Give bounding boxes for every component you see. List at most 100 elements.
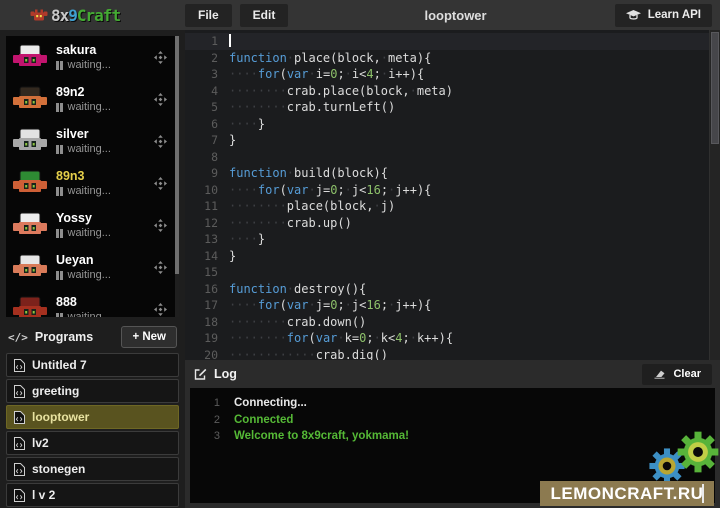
- move-player-icon[interactable]: [154, 261, 167, 274]
- player-rows: sakura waiting...: [6, 36, 179, 317]
- code-line[interactable]: 17····for(var·j=0;·j<16;·j++){: [185, 297, 720, 314]
- player-status-label: waiting...: [68, 227, 111, 239]
- move-player-icon[interactable]: [154, 135, 167, 148]
- log-line-text: Connected: [220, 412, 293, 429]
- player-row[interactable]: 89n2 waiting...: [6, 78, 179, 120]
- robot-icon: [12, 43, 48, 71]
- player-status: waiting...: [56, 311, 154, 317]
- file-menu-button[interactable]: File: [185, 4, 232, 27]
- player-row[interactable]: 89n3 waiting...: [6, 162, 179, 204]
- log-line-number: 3: [190, 428, 220, 445]
- player-status: waiting...: [56, 185, 154, 197]
- move-player-icon[interactable]: [154, 93, 167, 106]
- pause-icon: [56, 229, 59, 238]
- code-line[interactable]: 12········crab.up(): [185, 215, 720, 232]
- log-line-number: 2: [190, 412, 220, 429]
- log-header: Log Clear: [185, 360, 720, 388]
- logo-part1: 8x: [51, 6, 68, 25]
- robot-icon: [12, 211, 48, 239]
- program-item[interactable]: greeting: [6, 379, 179, 403]
- code-line[interactable]: 19········for(var·k=0;·k<4;·k++){: [185, 330, 720, 347]
- code-editor[interactable]: 12function·place(block,·meta){3····for(v…: [185, 30, 720, 360]
- line-number: 2: [185, 50, 218, 67]
- pause-icon: [56, 103, 59, 112]
- code-line[interactable]: 5········crab.turnLeft(): [185, 99, 720, 116]
- player-row[interactable]: silver waiting...: [6, 120, 179, 162]
- log-line: 1Connecting...: [190, 395, 715, 412]
- line-number: 18: [185, 314, 218, 331]
- move-player-icon[interactable]: [154, 177, 167, 190]
- code-line[interactable]: 16function·destroy(){: [185, 281, 720, 298]
- player-list-scroll-thumb[interactable]: [175, 36, 179, 274]
- code-line[interactable]: 18········crab.down(): [185, 314, 720, 331]
- program-item[interactable]: stonegen: [6, 457, 179, 481]
- code-line[interactable]: 9function·build(block){: [185, 165, 720, 182]
- line-number: 4: [185, 83, 218, 100]
- move-player-icon[interactable]: [154, 51, 167, 64]
- program-file-icon: [14, 411, 25, 424]
- player-status-label: waiting...: [68, 101, 111, 113]
- new-program-button[interactable]: + New: [121, 326, 177, 348]
- player-info: Yossy waiting...: [48, 211, 154, 239]
- program-label: stonegen: [32, 462, 85, 476]
- code-line[interactable]: 1: [185, 33, 720, 50]
- player-name: 89n3: [56, 169, 154, 183]
- code-line[interactable]: 20············crab.dig(): [185, 347, 720, 361]
- line-number: 7: [185, 132, 218, 149]
- sidebar: sakura waiting...: [0, 30, 185, 508]
- green-gear-icon: [676, 430, 720, 479]
- code-line[interactable]: 6····}: [185, 116, 720, 133]
- program-label: l v 2: [32, 488, 55, 502]
- robot-icon: [12, 253, 48, 281]
- log-line-text: Welcome to 8x9craft, yokmama!: [220, 428, 409, 445]
- program-item[interactable]: looptower: [6, 405, 179, 429]
- program-label: lv2: [32, 436, 49, 450]
- text-cursor: [229, 34, 231, 47]
- code-line[interactable]: 3····for(var·i=0;·i<4;·i++){: [185, 66, 720, 83]
- clear-label: Clear: [673, 368, 701, 380]
- code-line[interactable]: 15: [185, 264, 720, 281]
- programs-title: Programs: [35, 330, 122, 344]
- code-line[interactable]: 2function·place(block,·meta){: [185, 50, 720, 67]
- log-edit-icon: [194, 368, 207, 381]
- robot-icon: [12, 295, 48, 317]
- clear-log-button[interactable]: Clear: [642, 364, 712, 385]
- edit-menu-button[interactable]: Edit: [240, 4, 289, 27]
- player-row[interactable]: Ueyan waiting...: [6, 246, 179, 288]
- player-status-label: waiting...: [68, 59, 111, 71]
- robot-icon: [12, 169, 48, 197]
- code-line[interactable]: 10····for(var·j=0;·j<16;·j++){: [185, 182, 720, 199]
- player-info: 89n3 waiting...: [48, 169, 154, 197]
- player-name: 888: [56, 295, 154, 309]
- player-status: waiting...: [56, 101, 154, 113]
- program-item[interactable]: lv2: [6, 431, 179, 455]
- program-item[interactable]: l v 2: [6, 483, 179, 507]
- line-number: 3: [185, 66, 218, 83]
- move-player-icon[interactable]: [154, 219, 167, 232]
- code-line[interactable]: 7}: [185, 132, 720, 149]
- player-status: waiting...: [56, 143, 154, 155]
- program-item[interactable]: Untitled 7: [6, 353, 179, 377]
- player-name: silver: [56, 127, 154, 141]
- logo-part2: 9: [68, 6, 77, 25]
- code-line[interactable]: 13····}: [185, 231, 720, 248]
- player-name: sakura: [56, 43, 154, 57]
- editor-scrollbar[interactable]: [709, 30, 720, 360]
- log-line-number: 1: [190, 395, 220, 412]
- code-line[interactable]: 4········crab.place(block,·meta): [185, 83, 720, 100]
- player-row[interactable]: 888 waiting...: [6, 288, 179, 317]
- log-title: Log: [214, 367, 642, 381]
- code-line[interactable]: 11········place(block,·j): [185, 198, 720, 215]
- learn-api-button[interactable]: Learn API: [615, 4, 712, 27]
- editor-scroll-thumb[interactable]: [711, 32, 719, 144]
- code-line[interactable]: 14}: [185, 248, 720, 265]
- move-player-icon[interactable]: [154, 303, 167, 316]
- player-list-scrollbar[interactable]: [175, 36, 179, 317]
- code-line[interactable]: 8: [185, 149, 720, 166]
- line-number: 12: [185, 215, 218, 232]
- eraser-icon: [653, 369, 666, 379]
- program-file-icon: [14, 489, 25, 502]
- player-row[interactable]: Yossy waiting...: [6, 204, 179, 246]
- log-line: 2Connected: [190, 412, 715, 429]
- player-row[interactable]: sakura waiting...: [6, 36, 179, 78]
